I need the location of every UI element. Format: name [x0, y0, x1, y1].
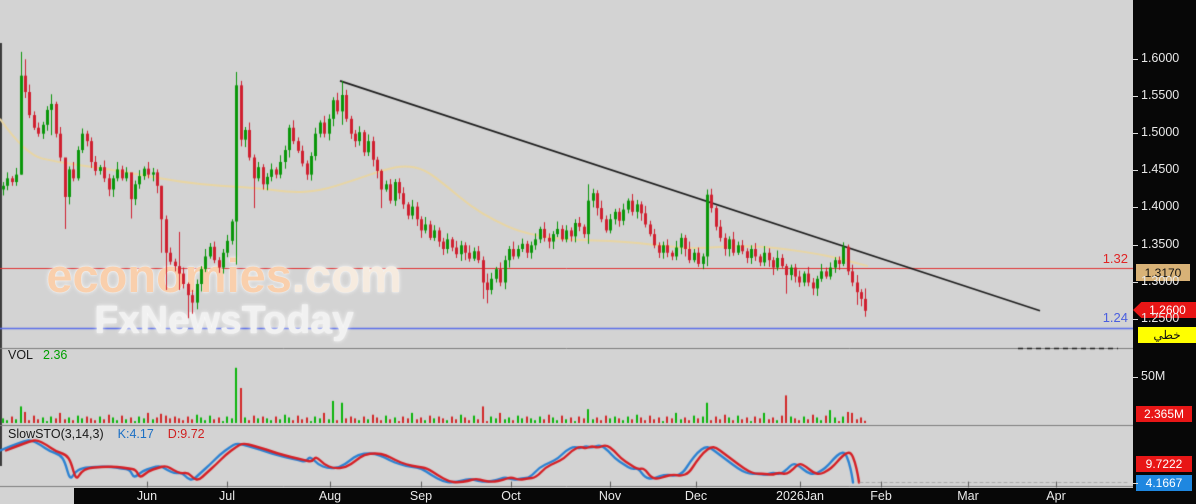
price-tick-mark — [1133, 170, 1138, 171]
month-label: Nov — [599, 489, 621, 503]
month-label: Dec — [685, 489, 707, 503]
month-label: Sep — [410, 489, 432, 503]
month-label: Feb — [870, 489, 892, 503]
price-axis[interactable]: 1.3170 1.2600 خطي 2.365M 9.7222 4.1667 1… — [1133, 0, 1196, 504]
price-tick: 1.6000 — [1141, 51, 1179, 65]
month-label: 2026Jan — [776, 489, 824, 503]
volume-scale-tick: 50M — [1141, 369, 1165, 383]
price-tick: 1.4500 — [1141, 162, 1179, 176]
chart-type-badge[interactable]: خطي — [1138, 327, 1196, 343]
stochastic-d-value: D:9.72 — [168, 427, 205, 441]
price-tick-mark — [1133, 96, 1138, 97]
price-tick: 1.3500 — [1141, 237, 1179, 251]
volume-value: 2.36 — [43, 348, 67, 362]
stochastic-k-tick-mark — [1133, 483, 1138, 484]
stochastic-k-value: K:4.17 — [118, 427, 154, 441]
price-tick: 1.4000 — [1141, 199, 1179, 213]
resistance-level-label: 1.32 — [1103, 251, 1128, 266]
month-label: Mar — [957, 489, 979, 503]
volume-label: VOL — [8, 348, 33, 362]
time-axis[interactable]: Jun Jul Aug Sep Oct Nov Dec 2026Jan Feb Mar Apr — [74, 488, 1196, 504]
price-tick-mark — [1133, 245, 1138, 246]
price-tick: 1.2500 — [1141, 311, 1179, 325]
month-label: Jul — [219, 489, 235, 503]
volume-last-badge: 2.365M — [1136, 406, 1192, 422]
month-label: Apr — [1046, 489, 1065, 503]
month-label: Aug — [319, 489, 341, 503]
month-label: Oct — [501, 489, 520, 503]
chart-root: economies.com FxNewsToday VOL2.36 SlowST… — [0, 0, 1196, 504]
price-tick-mark — [1133, 59, 1138, 60]
stochastic-pane-label: SlowSTO(3,14,3) K:4.17 D:9.72 — [8, 427, 205, 441]
volume-pane-label: VOL 2.36 — [8, 348, 67, 362]
price-tick-mark — [1133, 319, 1138, 320]
support-level-label: 1.24 — [1103, 310, 1128, 325]
price-tick-mark — [1133, 282, 1138, 283]
price-tick: 1.5500 — [1141, 88, 1179, 102]
stochastic-d-badge: 9.7222 — [1136, 456, 1192, 472]
price-tick-mark — [1133, 133, 1138, 134]
stochastic-k-badge: 4.1667 — [1136, 475, 1192, 491]
price-tick-mark — [1133, 207, 1138, 208]
price-tick: 1.5000 — [1141, 125, 1179, 139]
volume-scale-tick-mark — [1133, 377, 1138, 378]
stochastic-label: SlowSTO(3,14,3) — [8, 427, 104, 441]
price-tick: 1.3000 — [1141, 274, 1179, 288]
month-label: Jun — [137, 489, 157, 503]
